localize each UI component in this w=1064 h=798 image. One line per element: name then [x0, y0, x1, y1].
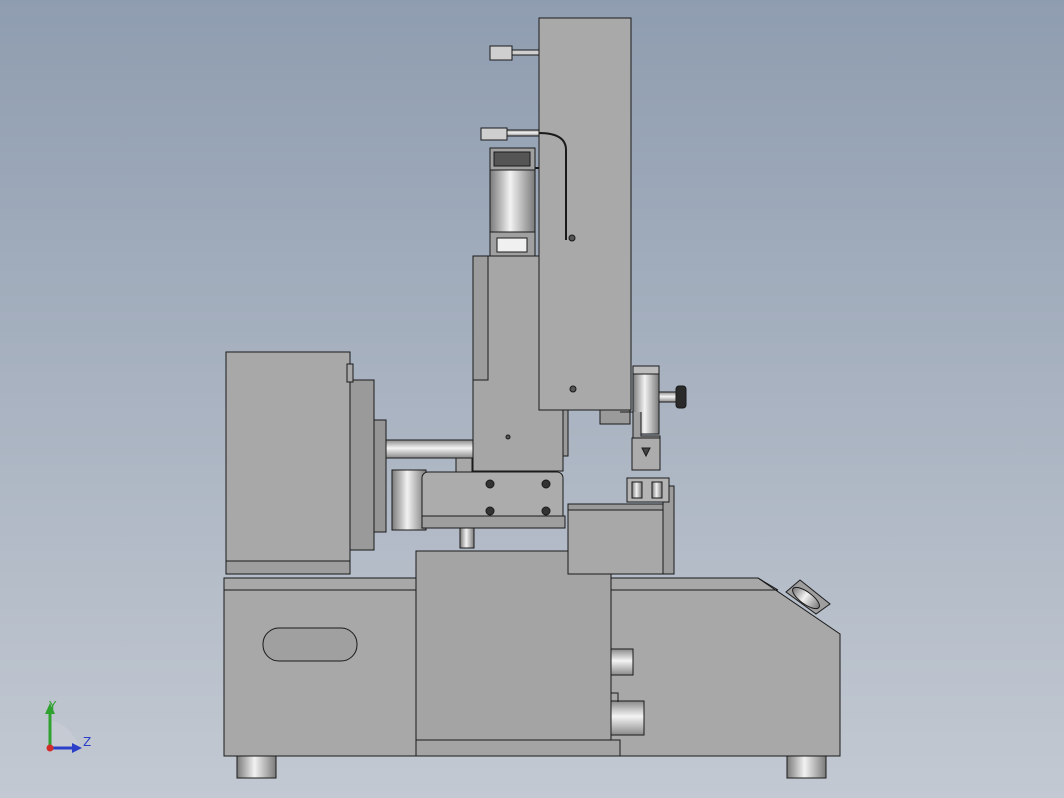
triad-z-label: Z [83, 735, 92, 749]
cad-viewport[interactable]: Y Z [0, 0, 1064, 798]
port-lower [610, 700, 645, 736]
connector-middle [480, 127, 508, 141]
front-housing [415, 550, 612, 755]
work-table [567, 503, 673, 575]
triad-x-axis [46, 744, 54, 752]
machine-model-view[interactable] [0, 0, 1064, 798]
adjust-knob [675, 385, 687, 409]
triad-y-label: Y [49, 699, 57, 713]
foot-right [786, 755, 827, 779]
shaft [385, 439, 477, 459]
foot-left [236, 755, 277, 779]
spool [489, 169, 536, 233]
rear-panel [538, 17, 632, 411]
port-upper [610, 648, 634, 676]
base-slot [262, 627, 358, 662]
drum [391, 469, 427, 531]
motor-flange [349, 379, 375, 551]
motor-housing [225, 351, 351, 575]
connector-top [489, 45, 513, 61]
